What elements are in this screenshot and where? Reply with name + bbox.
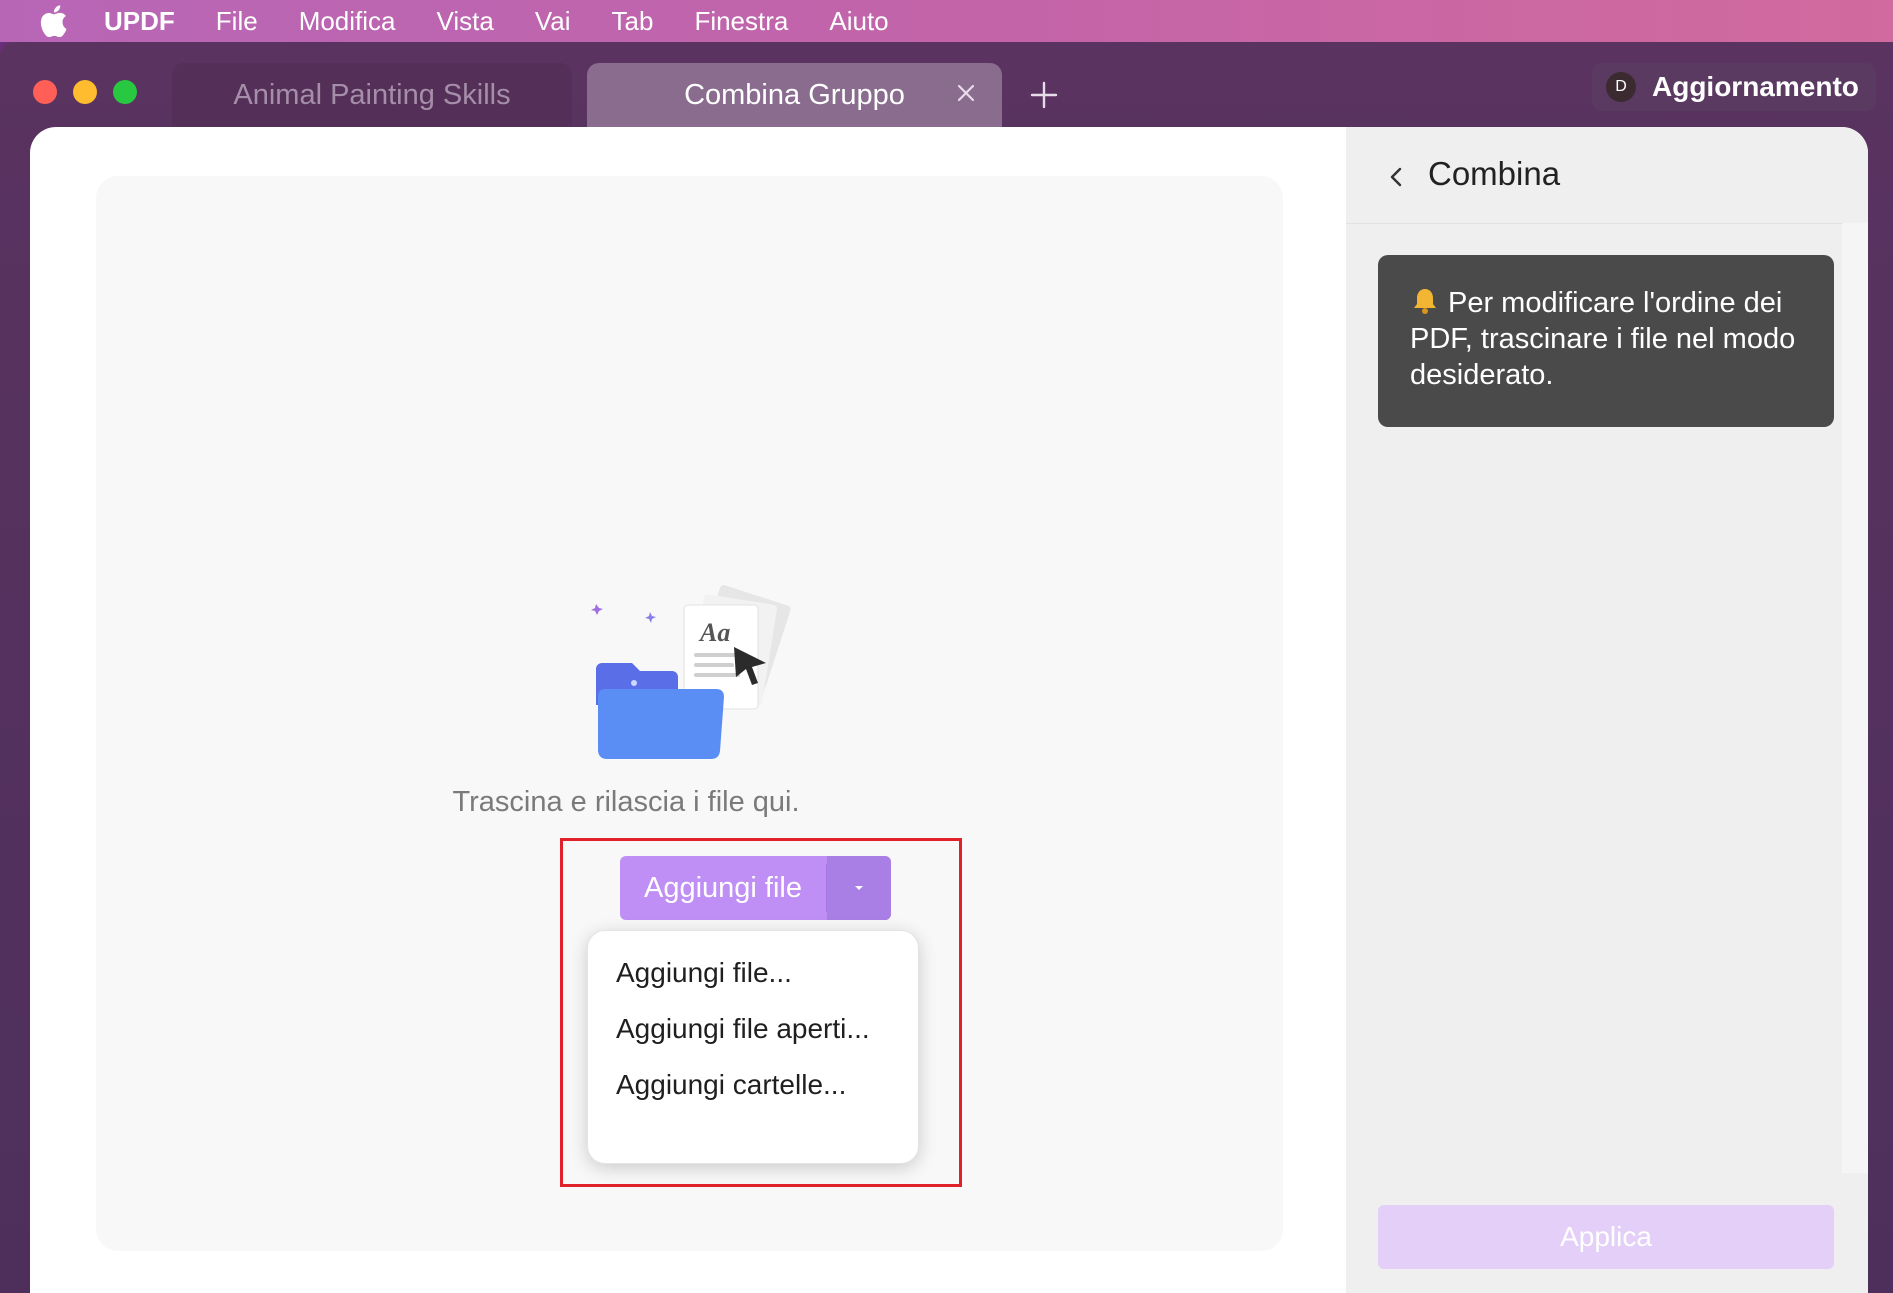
add-file-split-button[interactable]: Aggiungi file — [620, 856, 891, 920]
close-icon[interactable] — [952, 79, 980, 107]
tip-text: Per modificare l'ordine dei PDF, trascin… — [1410, 287, 1796, 391]
menu-file[interactable]: File — [216, 6, 258, 37]
bell-icon — [1414, 289, 1436, 314]
menu-tab[interactable]: Tab — [612, 6, 654, 37]
tab-label: Animal Painting Skills — [233, 78, 511, 111]
zoom-window-button[interactable] — [113, 80, 137, 104]
close-window-button[interactable] — [33, 80, 57, 104]
menu-aiuto[interactable]: Aiuto — [829, 6, 888, 37]
menu-item-add-open-files[interactable]: Aggiungi file aperti... — [616, 1013, 870, 1045]
apply-button[interactable]: Applica — [1378, 1205, 1834, 1269]
add-file-button-label[interactable]: Aggiungi file — [620, 872, 826, 905]
main-content: Aa Trascina e rilascia i file qui. Aggiu… — [30, 127, 1868, 1293]
combine-side-panel: Combina Per modificare l'ordine dei PDF,… — [1346, 127, 1868, 1293]
drop-hint-text: Trascina e rilascia i file qui. — [452, 786, 800, 818]
upgrade-label: Aggiornamento — [1652, 71, 1859, 102]
tab-label: Combina Gruppo — [684, 78, 905, 111]
menu-vai[interactable]: Vai — [535, 6, 571, 37]
panel-header: Combina — [1346, 127, 1842, 224]
chevron-left-icon[interactable] — [1386, 163, 1406, 191]
svg-text:Aa: Aa — [698, 618, 730, 647]
menu-item-add-folders[interactable]: Aggiungi cartelle... — [616, 1069, 846, 1101]
caret-down-icon — [855, 886, 863, 890]
scrollbar[interactable] — [1842, 223, 1868, 1173]
minimize-window-button[interactable] — [73, 80, 97, 104]
menu-app-name[interactable]: UPDF — [104, 6, 175, 37]
add-file-dropdown-toggle[interactable] — [827, 856, 891, 920]
tab-combina-gruppo[interactable]: Combina Gruppo — [587, 63, 1002, 127]
macos-menu-bar: UPDF File Modifica Vista Vai Tab Finestr… — [0, 0, 1893, 42]
menu-modifica[interactable]: Modifica — [299, 6, 396, 37]
plus-icon[interactable] — [1027, 78, 1061, 112]
tab-animal-painting-skills[interactable]: Animal Painting Skills — [172, 63, 572, 127]
upgrade-button[interactable]: D Aggiornamento — [1592, 63, 1876, 111]
folder-documents-icon: Aa — [591, 585, 791, 759]
file-drop-zone[interactable]: Aa Trascina e rilascia i file qui. Aggiu… — [96, 176, 1283, 1251]
reorder-tip-box: Per modificare l'ordine dei PDF, trascin… — [1378, 255, 1834, 427]
add-file-dropdown-menu: Aggiungi file... Aggiungi file aperti...… — [587, 930, 919, 1164]
avatar: D — [1606, 72, 1636, 102]
apple-logo-icon[interactable] — [38, 5, 68, 37]
menu-item-add-files[interactable]: Aggiungi file... — [616, 957, 792, 989]
menu-vista[interactable]: Vista — [437, 6, 494, 37]
panel-title: Combina — [1428, 155, 1561, 192]
menu-finestra[interactable]: Finestra — [694, 6, 788, 37]
